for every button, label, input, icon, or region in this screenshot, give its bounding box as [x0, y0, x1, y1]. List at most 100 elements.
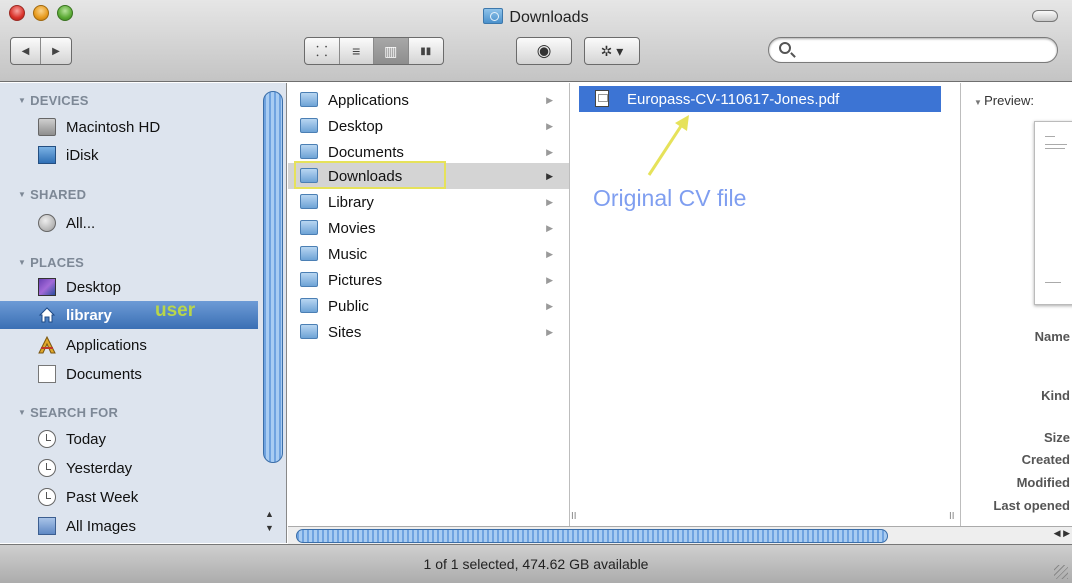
- pdf-preview-thumbnail: [1034, 121, 1072, 305]
- folder-icon: [300, 246, 318, 261]
- search-field[interactable]: [768, 37, 1058, 63]
- column-resize-handle[interactable]: II: [571, 511, 577, 522]
- folder-name: Library: [328, 193, 374, 211]
- column-resize-handle[interactable]: II: [949, 511, 955, 522]
- status-bar: 1 of 1 selected, 474.62 GB available: [0, 544, 1072, 583]
- downloads-folder-icon: [483, 8, 504, 24]
- folder-name: Public: [328, 297, 369, 315]
- column-downloads: Europass-CV-110617-Jones.pdf Original CV…: [571, 83, 961, 526]
- icon-view-button[interactable]: ⸬: [305, 38, 340, 64]
- document-icon: [38, 365, 56, 383]
- sidebar-item-yesterday[interactable]: Yesterday: [0, 454, 258, 482]
- sidebar-scrollbar[interactable]: ▲ ▼: [262, 87, 284, 539]
- chevron-right-icon: ▶: [546, 326, 553, 337]
- folder-row-library[interactable]: Library ▶: [288, 189, 569, 215]
- folder-name: Documents: [328, 143, 404, 161]
- folder-icon: [300, 92, 318, 107]
- view-mode-control: ⸬ ≡ ▥ ▮▮: [304, 37, 444, 65]
- file-name: Europass-CV-110617-Jones.pdf: [627, 90, 840, 108]
- horizontal-scroll-thumb[interactable]: [296, 529, 888, 543]
- sidebar-item-label: Past Week: [66, 488, 139, 506]
- folder-icon: [300, 324, 318, 339]
- file-row-cv-pdf[interactable]: Europass-CV-110617-Jones.pdf: [579, 86, 941, 112]
- chevron-right-icon: ▶: [546, 170, 553, 181]
- coverflow-view-icon: ▮▮: [420, 45, 432, 57]
- sidebar-scroll-thumb[interactable]: [263, 91, 283, 463]
- forward-arrow-icon: ▶: [52, 45, 60, 57]
- sidebar-item-label: library: [66, 306, 112, 324]
- sidebar-item-label: All...: [66, 214, 96, 232]
- pdf-file-icon: [595, 90, 609, 107]
- chevron-right-icon: ▶: [546, 94, 553, 105]
- folder-icon: [300, 118, 318, 133]
- gear-icon: ✲ ▾: [600, 42, 624, 59]
- chevron-right-icon: ▶: [546, 222, 553, 233]
- user-annotation: user: [155, 300, 196, 321]
- horizontal-scrollbar[interactable]: ◀ ▶: [288, 526, 1072, 544]
- column-view-button[interactable]: ▥: [374, 38, 409, 64]
- sidebar-item-desktop[interactable]: Desktop: [0, 273, 258, 301]
- folder-row-sites[interactable]: Sites ▶: [288, 319, 569, 345]
- folder-row-pictures[interactable]: Pictures ▶: [288, 267, 569, 293]
- back-arrow-icon: ◀: [21, 45, 30, 57]
- sidebar-item-idisk[interactable]: iDisk: [0, 141, 258, 169]
- sidebar-item-label: Applications: [66, 336, 147, 354]
- sidebar-item-label: iDisk: [66, 146, 99, 164]
- folder-name: Applications: [328, 91, 409, 109]
- sidebar-item-library[interactable]: library: [0, 301, 258, 329]
- preview-pane: Preview: Name Kind Size Created Modified…: [962, 83, 1072, 526]
- folder-row-music[interactable]: Music ▶: [288, 241, 569, 267]
- sidebar-item-documents[interactable]: Documents: [0, 360, 258, 388]
- sidebar-item-macintosh-hd[interactable]: Macintosh HD: [0, 113, 258, 141]
- images-icon: [38, 517, 56, 535]
- meta-size-label: Size: [1043, 430, 1070, 445]
- sidebar-section-places: PLACES: [18, 255, 84, 270]
- column-view-icon: ▥: [384, 42, 398, 59]
- list-view-button[interactable]: ≡: [340, 38, 374, 64]
- list-view-icon: ≡: [352, 43, 361, 59]
- window-title-text: Downloads: [509, 9, 589, 26]
- idisk-icon: [38, 146, 56, 164]
- sidebar-item-today[interactable]: Today: [0, 425, 258, 453]
- folder-row-movies[interactable]: Movies ▶: [288, 215, 569, 241]
- chevron-right-icon: ▶: [546, 146, 553, 157]
- chevron-right-icon: ▶: [546, 248, 553, 259]
- chevron-right-icon: ▶: [546, 196, 553, 207]
- clock-icon: [38, 488, 56, 506]
- folder-row-applications[interactable]: Applications ▶: [288, 87, 569, 113]
- folder-row-public[interactable]: Public ▶: [288, 293, 569, 319]
- folder-icon: [300, 194, 318, 209]
- action-menu-button[interactable]: ✲ ▾: [584, 37, 640, 65]
- back-button[interactable]: ◀: [11, 38, 42, 64]
- folder-icon: [300, 220, 318, 235]
- search-input[interactable]: [797, 41, 1047, 59]
- sidebar: DEVICES Macintosh HD iDisk SHARED All...…: [0, 83, 287, 543]
- horizontal-scroll-arrows[interactable]: ◀ ▶: [1054, 528, 1070, 539]
- folder-icon: [300, 144, 318, 159]
- window-title: Downloads: [0, 8, 1072, 27]
- resize-grip-icon[interactable]: [1054, 565, 1068, 579]
- icon-view-icon: ⸬: [315, 42, 328, 59]
- quick-look-button[interactable]: ◉: [516, 37, 572, 65]
- cv-file-annotation: Original CV file: [593, 185, 747, 211]
- sidebar-item-applications[interactable]: Applications: [0, 331, 258, 359]
- sidebar-item-past-week[interactable]: Past Week: [0, 483, 258, 511]
- sidebar-item-label: All Images: [66, 517, 137, 535]
- chevron-right-icon: ▶: [546, 120, 553, 131]
- meta-name-label: Name: [1034, 329, 1070, 344]
- back-forward-control: ◀ ▶: [10, 37, 72, 65]
- sidebar-item-all-shared[interactable]: All...: [0, 209, 258, 237]
- downloads-highlight-box: [294, 161, 446, 189]
- sidebar-item-all-images[interactable]: All Images: [0, 512, 258, 540]
- forward-button[interactable]: ▶: [41, 38, 71, 64]
- sidebar-scroll-arrows[interactable]: ▲ ▼: [265, 507, 274, 535]
- folder-row-desktop[interactable]: Desktop ▶: [288, 113, 569, 139]
- clock-icon: [38, 430, 56, 448]
- applications-icon: [38, 335, 56, 354]
- coverflow-view-button[interactable]: ▮▮: [409, 38, 443, 64]
- desktop-icon: [38, 278, 56, 296]
- meta-last-opened-label: Last opened: [993, 498, 1070, 513]
- sidebar-item-label: Yesterday: [66, 459, 133, 477]
- toolbar-toggle-button[interactable]: [1032, 10, 1058, 22]
- clock-icon: [38, 459, 56, 477]
